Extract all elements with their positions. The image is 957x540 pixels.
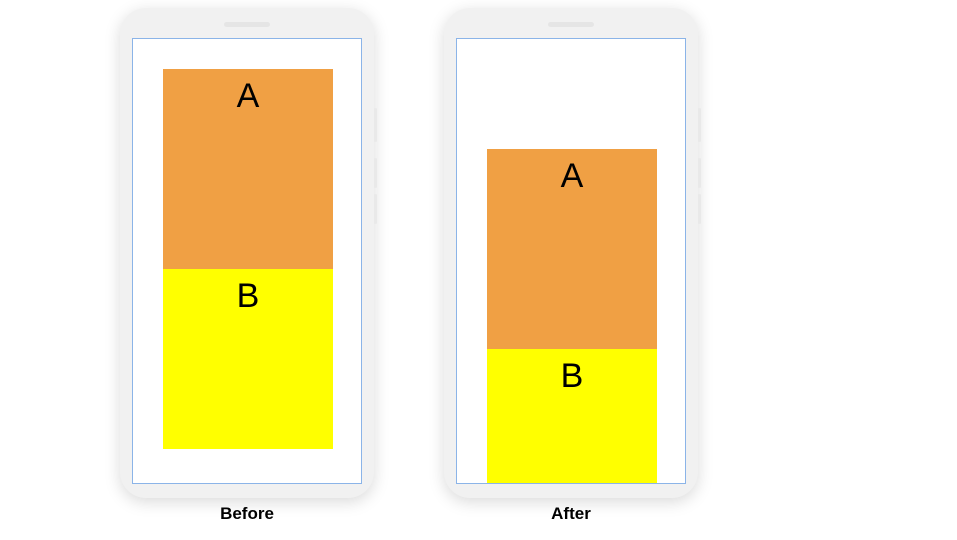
power-button-icon — [374, 108, 377, 142]
element-a-after: A — [487, 149, 657, 349]
layout-shift-diagram: A B Before A B After — [120, 8, 760, 532]
caption-before: Before — [220, 504, 274, 524]
element-b-before: B — [163, 269, 333, 449]
power-button-icon — [698, 108, 701, 142]
phone-frame-after: A B — [444, 8, 698, 498]
before-unit: A B Before — [120, 8, 374, 524]
volume-down-button-icon — [374, 194, 377, 224]
caption-after: After — [551, 504, 591, 524]
phone-frame-before: A B — [120, 8, 374, 498]
element-a-before: A — [163, 69, 333, 269]
element-b-after: B — [487, 349, 657, 484]
volume-up-button-icon — [698, 158, 701, 188]
after-unit: A B After — [444, 8, 698, 524]
volume-up-button-icon — [374, 158, 377, 188]
screen-before: A B — [132, 38, 362, 484]
volume-down-button-icon — [698, 194, 701, 224]
screen-after: A B — [456, 38, 686, 484]
